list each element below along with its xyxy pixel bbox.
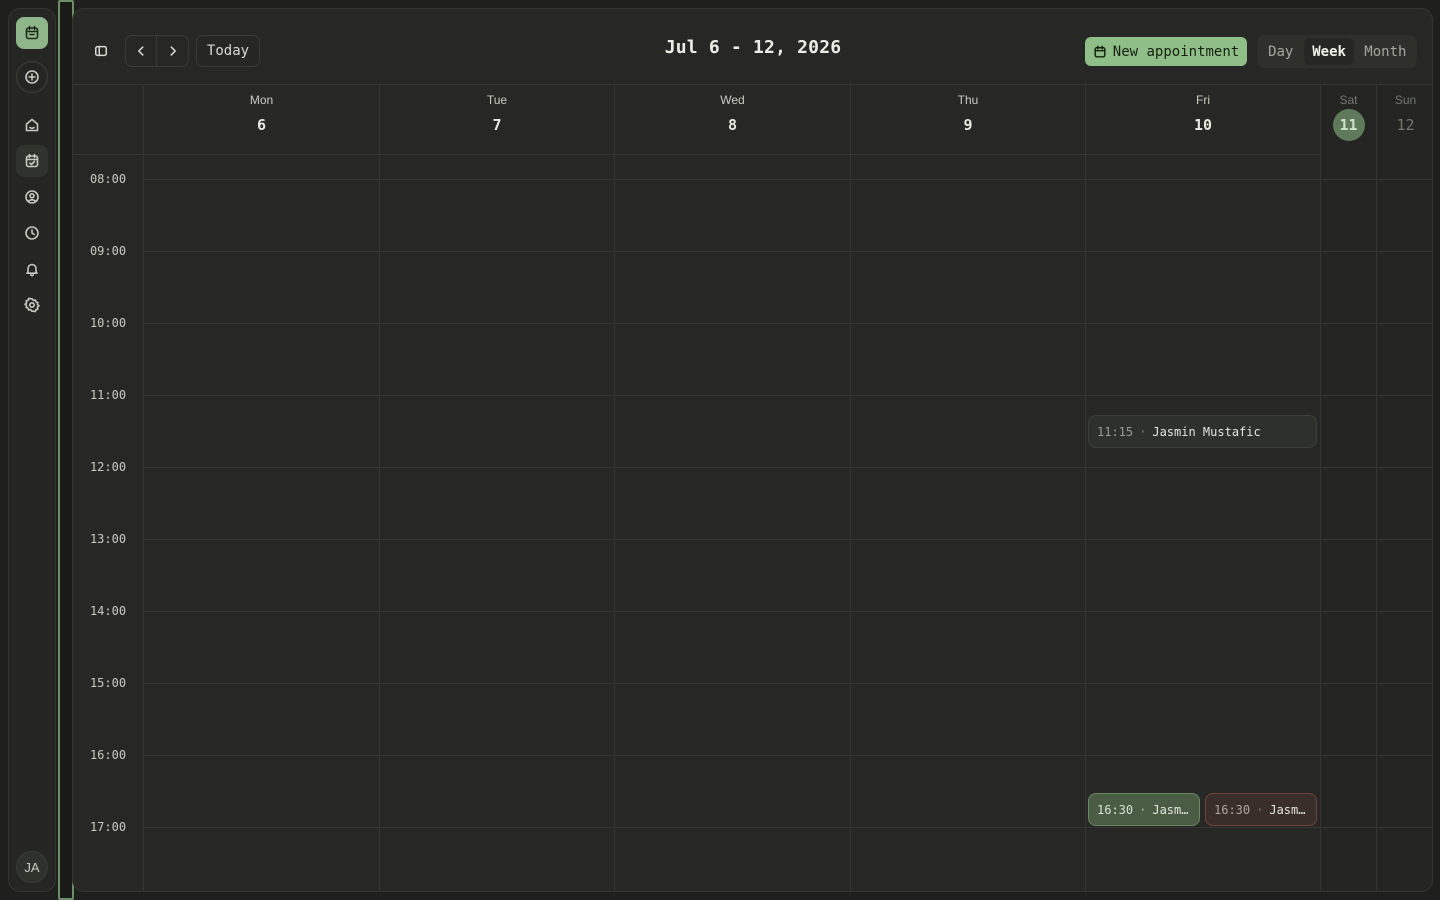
appointment-event[interactable]: 11:15 · Jasmin Mustafic: [1088, 415, 1317, 448]
day-header-mon[interactable]: Mon 6: [143, 85, 379, 155]
chevron-left-icon: [138, 46, 144, 56]
day-column-tue[interactable]: [379, 155, 614, 891]
day-name: Mon: [249, 93, 274, 107]
day-header-wed[interactable]: Wed 8: [614, 85, 850, 155]
hour-gridline: [143, 179, 1432, 180]
day-header-thu[interactable]: Thu 9: [850, 85, 1085, 155]
hour-label: 11:00: [89, 388, 127, 402]
today-button[interactable]: Today: [196, 35, 260, 67]
calendar-plus-icon: [1094, 45, 1106, 58]
hour-label: 08:00: [89, 172, 127, 186]
event-separator: ·: [1139, 802, 1147, 817]
chevron-right-icon: [169, 46, 176, 56]
day-header-tue[interactable]: Tue 7: [379, 85, 614, 155]
day-header-sat[interactable]: Sat 11: [1320, 85, 1376, 155]
day-column-sun[interactable]: [1376, 155, 1432, 891]
appointment-event[interactable]: 16:30 · Jasmi…: [1205, 793, 1317, 826]
hour-gridline: [143, 323, 1432, 324]
day-name: Tue: [486, 93, 508, 107]
day-date: 10: [1193, 116, 1213, 134]
event-title: Jasmin Mustafic: [1152, 424, 1261, 439]
week-navigation: [125, 35, 189, 67]
day-header-fri[interactable]: Fri 10: [1085, 85, 1320, 155]
hour-gridline: [143, 683, 1432, 684]
appointment-event[interactable]: 16:30 · Jasmi…: [1088, 793, 1200, 826]
sidebar-toggle-button[interactable]: [85, 35, 117, 67]
calendar-app-icon[interactable]: [16, 17, 48, 49]
week-day-header: Mon 6 Tue 7 Wed 8 Thu 9 Fri 10 Sat 11 Su…: [73, 85, 1432, 155]
day-column-sat[interactable]: [1320, 155, 1376, 891]
view-switcher: Day Week Month: [1257, 35, 1417, 68]
calendar-panel: Today Jul 6 - 12, 2026 New appointment D…: [72, 8, 1433, 892]
day-date: 9: [963, 116, 973, 134]
settings-icon[interactable]: [16, 289, 48, 321]
day-date: 7: [492, 116, 502, 134]
hour-label: 09:00: [89, 244, 127, 258]
user-icon[interactable]: [16, 181, 48, 213]
day-header-sun[interactable]: Sun 12: [1376, 85, 1432, 155]
day-column-mon[interactable]: [143, 155, 379, 891]
event-title: Jasmi…: [1152, 802, 1191, 817]
hour-gridline: [143, 251, 1432, 252]
view-week-tab[interactable]: Week: [1304, 38, 1354, 65]
hour-gridline: [143, 539, 1432, 540]
hour-gridline: [143, 611, 1432, 612]
week-time-grid: 08:00 09:00 10:00 11:00 12:00 13:00 14:0…: [73, 155, 1432, 891]
calendar-toolbar: Today Jul 6 - 12, 2026 New appointment D…: [73, 9, 1432, 85]
day-name: Thu: [957, 93, 979, 107]
calendar-check-icon[interactable]: [16, 145, 48, 177]
hour-label: 12:00: [89, 460, 127, 474]
event-time: 11:15: [1097, 424, 1134, 439]
hour-label: 16:00: [89, 748, 127, 762]
hour-gridline: [143, 755, 1432, 756]
avatar[interactable]: JA: [16, 851, 48, 883]
event-time: 16:30: [1097, 802, 1134, 817]
day-name: Fri: [1196, 93, 1210, 107]
hour-gridline: [143, 395, 1432, 396]
date-range-title: Jul 6 - 12, 2026: [664, 37, 842, 58]
hour-label: 10:00: [89, 316, 127, 330]
bell-icon[interactable]: [16, 253, 48, 285]
event-separator: ·: [1139, 424, 1147, 439]
day-name: Sun: [1394, 93, 1417, 107]
hour-label: 14:00: [89, 604, 127, 618]
day-column-fri[interactable]: [1085, 155, 1320, 891]
compass-icon[interactable]: [16, 61, 48, 93]
today-date-badge: 11: [1332, 109, 1365, 141]
hour-gridline: [143, 467, 1432, 468]
next-week-button[interactable]: [157, 36, 188, 66]
sidebar-panel-icon: [95, 45, 107, 57]
view-month-tab[interactable]: Month: [1356, 38, 1415, 65]
event-separator: ·: [1256, 802, 1264, 817]
event-time: 16:30: [1214, 802, 1251, 817]
day-column-wed[interactable]: [614, 155, 850, 891]
clock-icon[interactable]: [16, 217, 48, 249]
day-date: 6: [256, 116, 267, 134]
event-title: Jasmi…: [1269, 802, 1308, 817]
day-date: 12: [1396, 116, 1415, 134]
hour-label: 13:00: [89, 532, 127, 546]
new-appointment-button[interactable]: New appointment: [1085, 37, 1247, 66]
previous-week-button[interactable]: [126, 36, 157, 66]
view-day-tab[interactable]: Day: [1259, 38, 1302, 65]
home-icon[interactable]: [16, 109, 48, 141]
new-appointment-label: New appointment: [1112, 43, 1240, 60]
hour-label: 17:00: [89, 820, 127, 834]
day-name: Sat: [1339, 93, 1358, 107]
app-sidebar: JA: [8, 8, 56, 892]
day-date: 8: [727, 116, 738, 134]
hour-label: 15:00: [89, 676, 127, 690]
day-column-thu[interactable]: [850, 155, 1085, 891]
day-name: Wed: [720, 93, 745, 107]
hour-gridline: [143, 827, 1432, 828]
